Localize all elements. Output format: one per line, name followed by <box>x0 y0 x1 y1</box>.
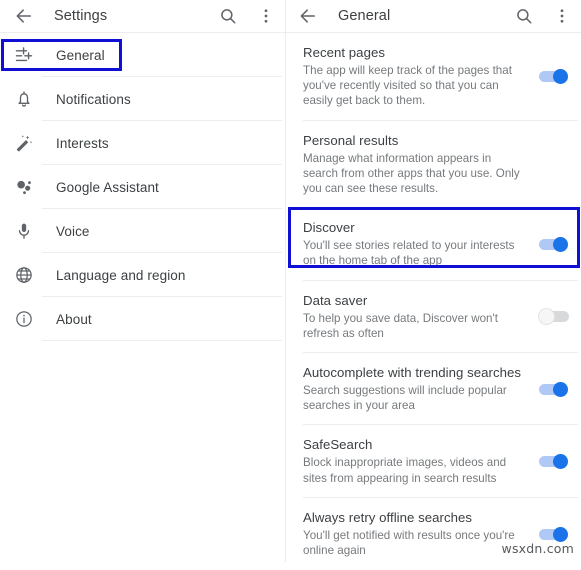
setting-title: Personal results <box>303 132 399 148</box>
setting-row-data-saver[interactable]: Data saver To help you save data, Discov… <box>286 281 581 354</box>
setting-description: Search suggestions will include popular … <box>303 384 507 413</box>
divider <box>42 340 282 341</box>
search-icon[interactable] <box>219 7 237 25</box>
setting-title: Always retry offline searches <box>303 509 473 525</box>
setting-title: Recent pages <box>303 45 385 60</box>
setting-control <box>527 236 581 252</box>
toggle-switch-safesearch[interactable] <box>539 454 569 470</box>
sidebar-nav-list: General Notifications Interests Google A… <box>0 33 285 341</box>
setting-row-autocomplete-trending[interactable]: Autocomplete with trending searches Sear… <box>286 353 581 426</box>
sidebar-item-interests[interactable]: Interests <box>0 121 285 165</box>
tune-sliders-icon <box>0 45 34 65</box>
setting-title: Autocomplete with trending searches <box>303 365 521 381</box>
magic-wand-icon <box>0 133 34 153</box>
app-screen: Settings General Notifications Interests… <box>0 0 581 562</box>
more-vert-icon[interactable] <box>237 7 275 25</box>
sidebar-item-voice[interactable]: Voice <box>0 209 285 253</box>
detail-app-bar: General <box>286 0 581 33</box>
setting-row-discover[interactable]: Discover You'll see stories related to y… <box>286 208 581 281</box>
watermark: wsxdn.com <box>501 541 574 556</box>
toggle-switch-always-retry-offline[interactable] <box>539 526 569 542</box>
setting-control <box>527 69 581 85</box>
setting-description: Manage what information appears in searc… <box>303 151 520 196</box>
arrow-back-icon[interactable] <box>298 6 318 26</box>
search-icon[interactable] <box>515 7 533 25</box>
setting-control <box>527 381 581 397</box>
setting-row-safesearch[interactable]: SafeSearch Block inappropriate images, v… <box>286 425 581 498</box>
setting-text-block: Autocomplete with trending searches Sear… <box>286 364 527 413</box>
settings-list: Recent pages The app will keep track of … <box>286 33 581 570</box>
setting-description: You'll see stories related to your inter… <box>303 239 515 268</box>
info-circle-icon <box>0 309 34 329</box>
sidebar-item-label: Voice <box>56 223 90 239</box>
sidebar-item-label: Notifications <box>56 91 131 107</box>
setting-text-block: Data saver To help you save data, Discov… <box>286 292 527 341</box>
setting-description: To help you save data, Discover won't re… <box>303 311 498 340</box>
sidebar-item-label: About <box>56 311 92 327</box>
switch-thumb <box>553 381 568 397</box>
sidebar-item-label: General <box>56 47 105 63</box>
sidebar-item-label: Language and region <box>56 267 186 283</box>
setting-title: Discover <box>303 220 355 236</box>
setting-title: SafeSearch <box>303 437 373 453</box>
sidebar-title: Settings <box>54 8 108 24</box>
switch-thumb <box>553 69 568 85</box>
setting-row-personal-results[interactable]: Personal results Manage what information… <box>286 121 581 209</box>
toggle-switch-discover[interactable] <box>539 236 569 252</box>
setting-control <box>527 454 581 470</box>
google-assistant-icon <box>0 177 34 197</box>
setting-control <box>527 526 581 542</box>
setting-text-block: Always retry offline searches You'll get… <box>286 509 527 558</box>
setting-text-block: Recent pages The app will keep track of … <box>286 44 527 109</box>
switch-thumb <box>553 526 568 542</box>
general-settings-panel: General Recent pages The app will keep t… <box>285 0 581 562</box>
setting-row-recent-pages[interactable]: Recent pages The app will keep track of … <box>286 33 581 121</box>
sidebar-app-bar: Settings <box>0 0 285 33</box>
toggle-switch-autocomplete-trending[interactable] <box>539 381 569 397</box>
sidebar-item-about[interactable]: About <box>0 297 285 341</box>
globe-icon <box>0 265 34 285</box>
setting-row-always-retry-offline[interactable]: Always retry offline searches You'll get… <box>286 498 581 570</box>
setting-description: The app will keep track of the pages tha… <box>303 64 512 108</box>
toggle-switch-recent-pages[interactable] <box>539 69 569 85</box>
toggle-switch-data-saver[interactable] <box>539 309 569 325</box>
setting-text-block: Discover You'll see stories related to y… <box>286 219 527 268</box>
detail-title: General <box>338 8 391 24</box>
sidebar-item-google-assistant[interactable]: Google Assistant <box>0 165 285 209</box>
sidebar-item-label: Interests <box>56 135 109 151</box>
sidebar-item-language-and-region[interactable]: Language and region <box>0 253 285 297</box>
setting-text-block: SafeSearch Block inappropriate images, v… <box>286 436 527 485</box>
bell-icon <box>0 89 34 109</box>
switch-thumb <box>553 454 568 470</box>
switch-thumb <box>539 309 554 325</box>
more-vert-icon[interactable] <box>533 7 571 25</box>
sidebar-item-notifications[interactable]: Notifications <box>0 77 285 121</box>
sidebar-item-label: Google Assistant <box>56 179 159 195</box>
settings-sidebar-panel: Settings General Notifications Interests… <box>0 0 285 562</box>
switch-thumb <box>553 236 568 252</box>
setting-control <box>527 309 581 325</box>
sidebar-item-general[interactable]: General <box>0 33 285 77</box>
setting-description: You'll get notified with results once yo… <box>303 528 515 558</box>
arrow-back-icon[interactable] <box>14 6 34 26</box>
microphone-icon <box>0 221 34 241</box>
setting-title: Data saver <box>303 292 368 308</box>
setting-description: Block inappropriate images, videos and s… <box>303 456 507 485</box>
setting-text-block: Personal results Manage what information… <box>286 132 527 197</box>
